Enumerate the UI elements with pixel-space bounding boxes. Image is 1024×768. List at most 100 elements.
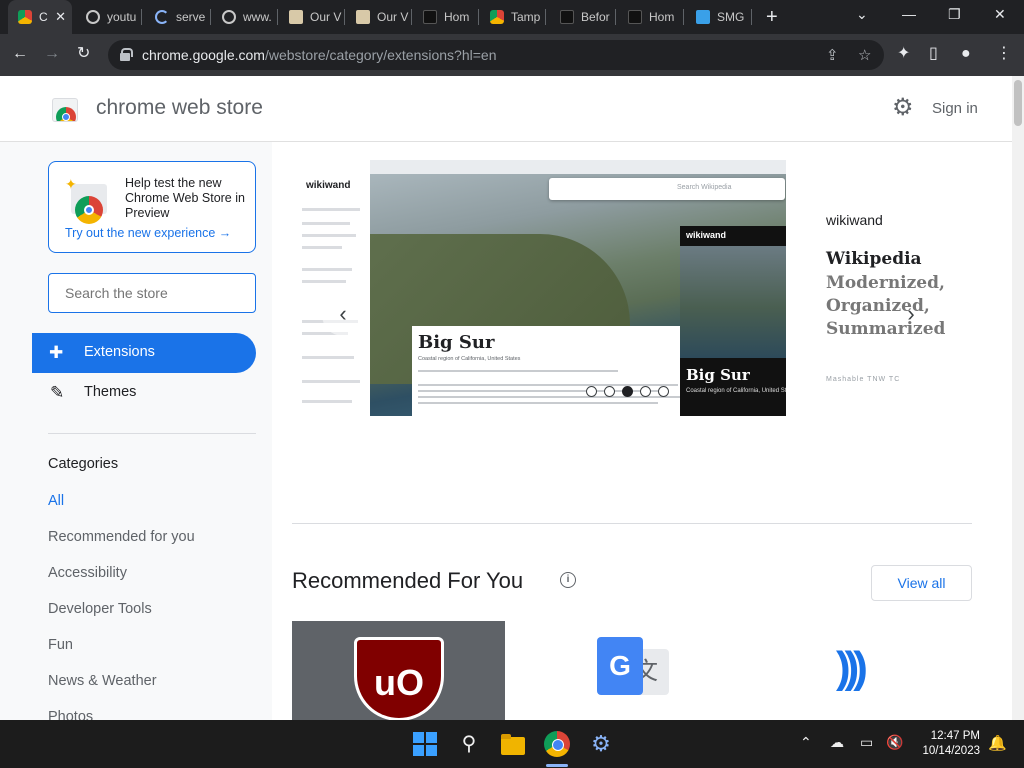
book-icon: [289, 10, 303, 24]
category-news-weather[interactable]: News & Weather: [48, 673, 157, 689]
tab-label: Hom: [444, 10, 470, 24]
wikiwand-logo: wikiwand: [306, 180, 351, 191]
mobile-article-title: Big Sur: [686, 366, 750, 384]
browser-tab-strip: C ✕ youtu serve www. Our V Our V Hom Tam…: [0, 0, 1024, 34]
clock-date: 10/14/2023: [922, 745, 980, 757]
tab-chrome-web-store[interactable]: C ✕: [8, 0, 72, 34]
search-input[interactable]: [48, 273, 256, 313]
scrollbar-thumb[interactable]: [1014, 80, 1022, 126]
page-scrollbar[interactable]: [1012, 76, 1024, 720]
share-icon[interactable]: ⇪: [826, 46, 839, 64]
maximize-icon[interactable]: ❐: [948, 6, 961, 23]
tab-youtube[interactable]: youtu: [76, 0, 142, 34]
minimize-icon[interactable]: —: [902, 6, 916, 22]
extensions-puzzle-icon[interactable]: ✦: [897, 44, 910, 64]
carousel-slide-wikiwand-promo[interactable]: wikiwand Wikipedia Modernized, Organized…: [786, 160, 972, 416]
back-arrow-icon[interactable]: ←: [12, 44, 28, 64]
gear-icon[interactable]: ⚙: [892, 96, 914, 120]
category-all[interactable]: All: [48, 493, 64, 509]
tray-chevron-up-icon[interactable]: ⌃: [800, 734, 812, 751]
close-window-icon[interactable]: ✕: [994, 6, 1006, 23]
chrome-web-store-logo[interactable]: [52, 98, 78, 122]
store-header: chrome web store ⚙ Sign in: [0, 76, 1012, 142]
mobile-photo: [680, 246, 801, 358]
tab-label: Tamp: [511, 10, 541, 24]
tab-smg[interactable]: SMG: [686, 0, 752, 34]
browser-toolbar: ← → ↻ chrome.google.com/webstore/categor…: [0, 34, 1024, 76]
tab-search-chevron-icon[interactable]: ⌄: [856, 6, 868, 23]
menu-kebab-icon[interactable]: ⋮: [996, 44, 1012, 64]
carousel-slide-wikiwand[interactable]: wikiwand Search Wikipedia Big Sur Coasta…: [292, 160, 801, 416]
sidebar-item-themes[interactable]: ✎ Themes: [32, 373, 256, 413]
store-title[interactable]: chrome web store: [96, 96, 263, 120]
tab-our-v-2[interactable]: Our V: [346, 0, 412, 34]
carousel-prev-arrow-icon[interactable]: ‹: [322, 294, 364, 336]
sign-in-link[interactable]: Sign in: [932, 100, 978, 117]
tab-home-2[interactable]: Hom: [618, 0, 684, 34]
category-accessibility[interactable]: Accessibility: [48, 565, 127, 581]
profile-icon[interactable]: ●: [961, 44, 971, 64]
category-fun[interactable]: Fun: [48, 637, 73, 653]
search-icon[interactable]: ⚲: [456, 731, 482, 757]
sidebar-item-extensions[interactable]: ✚ Extensions: [32, 333, 256, 373]
dark-icon: [628, 10, 642, 24]
tab-label: youtu: [107, 10, 137, 24]
display-icon[interactable]: ▭: [860, 734, 873, 751]
tab-label: C: [39, 10, 48, 24]
tab-tamp[interactable]: Tamp: [480, 0, 546, 34]
close-tab-icon[interactable]: ✕: [55, 9, 66, 25]
preview-promo-card[interactable]: ✦ Help test the new Chrome Web Store in …: [48, 161, 256, 253]
promo-link[interactable]: Try out the new experience →: [65, 226, 231, 240]
globe-icon: [222, 10, 236, 24]
wiki-article-card: Big Sur Coastal region of California, Un…: [412, 326, 702, 416]
lock-icon[interactable]: [120, 48, 133, 61]
category-recommended[interactable]: Recommended for you: [48, 529, 195, 545]
url-host: chrome.google.com: [142, 47, 265, 63]
carousel-dot-2[interactable]: [604, 386, 615, 397]
mobile-wikiwand-logo: wikiwand: [686, 230, 727, 240]
bookmark-star-icon[interactable]: ☆: [858, 46, 871, 64]
wiki-mobile-preview: wikiwand Big Sur Coastal region of Calif…: [680, 226, 801, 416]
sidebar-divider: [48, 433, 256, 434]
tab-server[interactable]: serve: [145, 0, 211, 34]
onedrive-cloud-icon[interactable]: ☁: [830, 734, 844, 751]
tab-home-1[interactable]: Hom: [413, 0, 479, 34]
reload-icon[interactable]: ↻: [77, 44, 90, 64]
category-developer-tools[interactable]: Developer Tools: [48, 601, 152, 617]
carousel-dot-1[interactable]: [586, 386, 597, 397]
settings-gear-icon[interactable]: ⚙: [588, 731, 614, 757]
file-explorer-icon[interactable]: [500, 731, 526, 757]
tab-www[interactable]: www.: [212, 0, 278, 34]
wiki-toc: wikiwand: [292, 160, 370, 416]
carousel-dot-5[interactable]: [658, 386, 669, 397]
active-app-indicator: [546, 764, 568, 767]
article-title: Big Sur: [418, 332, 495, 353]
notification-bell-icon[interactable]: 🔔: [988, 734, 1007, 752]
new-tab-icon[interactable]: +: [766, 6, 778, 28]
monitor-icon: [696, 10, 710, 24]
promo-text: Help test the new Chrome Web Store in Pr…: [125, 176, 245, 220]
carousel-dot-3[interactable]: [622, 386, 633, 397]
sidebar: ✦ Help test the new Chrome Web Store in …: [0, 142, 272, 720]
wiki-search-bar: Search Wikipedia: [549, 178, 785, 200]
sound-muted-icon[interactable]: 🔇: [886, 734, 903, 751]
side-panel-icon[interactable]: ▯: [929, 44, 938, 64]
sidebar-item-label: Extensions: [84, 344, 155, 360]
chrome-icon[interactable]: [544, 731, 570, 757]
view-all-button[interactable]: View all: [871, 565, 972, 601]
chrome-web-store-icon: [490, 10, 504, 24]
web-page: chrome web store ⚙ Sign in ✦ Help test t…: [0, 76, 1012, 720]
carousel-dot-4[interactable]: [640, 386, 651, 397]
category-photos[interactable]: Photos: [48, 709, 93, 720]
forward-arrow-icon[interactable]: →: [44, 44, 60, 64]
loading-icon: [155, 10, 169, 24]
tab-label: serve: [176, 10, 206, 24]
address-bar[interactable]: chrome.google.com/webstore/category/exte…: [108, 40, 884, 70]
puzzle-icon: ✚: [49, 343, 64, 362]
system-clock[interactable]: 12:47 PM 10/14/2023: [914, 729, 980, 759]
windows-start-icon[interactable]: [412, 731, 438, 757]
tab-before[interactable]: Befor: [550, 0, 616, 34]
url-text[interactable]: chrome.google.com/webstore/category/exte…: [142, 47, 497, 63]
carousel-next-arrow-icon[interactable]: ›: [890, 294, 932, 336]
tab-our-v-1[interactable]: Our V: [279, 0, 345, 34]
